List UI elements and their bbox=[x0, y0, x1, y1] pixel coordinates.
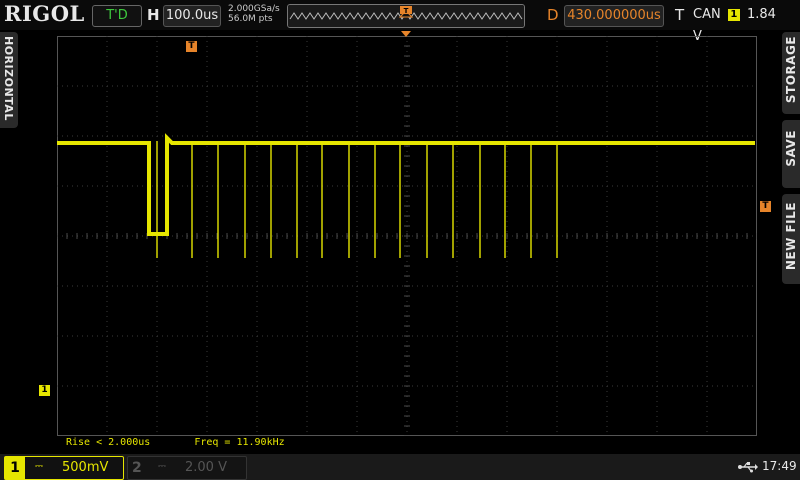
save-menu-tab[interactable]: SAVE bbox=[782, 120, 800, 188]
horizontal-label: H bbox=[147, 6, 160, 24]
clock: 17:49 bbox=[762, 459, 797, 473]
new-file-menu-label: NEW FILE bbox=[784, 202, 798, 271]
right-menu-column: STORAGE SAVE NEW FILE bbox=[782, 32, 800, 450]
ch1-number: 1 bbox=[5, 457, 25, 479]
bottom-status-bar: 1 ⎓ 500mV 2 ⎓ 2.00 V 17:49 bbox=[0, 454, 800, 480]
horizontal-menu-label: HORIZONTAL bbox=[2, 36, 15, 121]
ch1-scale: 500mV bbox=[62, 460, 109, 475]
rise-measurement: Rise < 2.000us bbox=[66, 437, 151, 448]
trigger-position-marker[interactable]: T bbox=[186, 41, 197, 52]
brand-logo: RIGOL bbox=[4, 1, 85, 26]
measurement-bar: Rise < 2.000us Freq = 11.90kHz bbox=[66, 437, 285, 448]
ch1-scale-box[interactable]: 1 ⎓ 500mV bbox=[4, 456, 124, 480]
trigger-channel-badge: 1 bbox=[727, 8, 740, 21]
memory-overview-waveform: T bbox=[288, 5, 524, 27]
freq-measurement: Freq = 11.90kHz bbox=[194, 437, 285, 448]
top-status-bar: RIGOL T'D H 100.0us 2.000GSa/s 56.0M pts… bbox=[0, 0, 800, 44]
run-status-badge[interactable]: T'D bbox=[92, 5, 142, 27]
waveform-display[interactable] bbox=[57, 36, 757, 436]
ch2-scale-box[interactable]: 2 ⎓ 2.00 V bbox=[127, 456, 247, 480]
acquisition-info: 2.000GSa/s 56.0M pts bbox=[228, 4, 280, 24]
timebase-value[interactable]: 100.0us bbox=[163, 5, 221, 27]
memory-overview[interactable]: T bbox=[287, 4, 525, 28]
storage-menu-tab[interactable]: STORAGE bbox=[782, 32, 800, 114]
svg-text:T: T bbox=[404, 7, 409, 15]
horizontal-center-marker bbox=[401, 31, 411, 37]
trigger-source: CAN bbox=[693, 7, 721, 22]
ch2-number: 2 bbox=[132, 460, 142, 476]
delay-label: D bbox=[547, 6, 559, 24]
trigger-level-marker[interactable]: T bbox=[760, 201, 771, 212]
new-file-menu-tab[interactable]: NEW FILE bbox=[782, 194, 800, 284]
storage-menu-label: STORAGE bbox=[784, 36, 798, 104]
usb-icon bbox=[738, 462, 758, 473]
delay-value[interactable]: 430.000000us bbox=[564, 5, 664, 27]
horizontal-menu-tab[interactable]: HORIZONTAL bbox=[0, 32, 18, 128]
dc-coupling-icon: ⎓ bbox=[158, 461, 166, 472]
ch1-ground-marker[interactable]: 1 bbox=[39, 385, 50, 396]
trigger-label: T bbox=[675, 6, 685, 24]
save-menu-label: SAVE bbox=[784, 130, 798, 167]
dc-coupling-icon: ⎓ bbox=[35, 461, 43, 472]
memory-depth: 56.0M pts bbox=[228, 14, 273, 24]
sample-rate: 2.000GSa/s bbox=[228, 4, 280, 14]
trigger-settings[interactable]: CAN 1 1.84 V bbox=[693, 4, 785, 44]
ch2-scale: 2.00 V bbox=[185, 460, 227, 475]
